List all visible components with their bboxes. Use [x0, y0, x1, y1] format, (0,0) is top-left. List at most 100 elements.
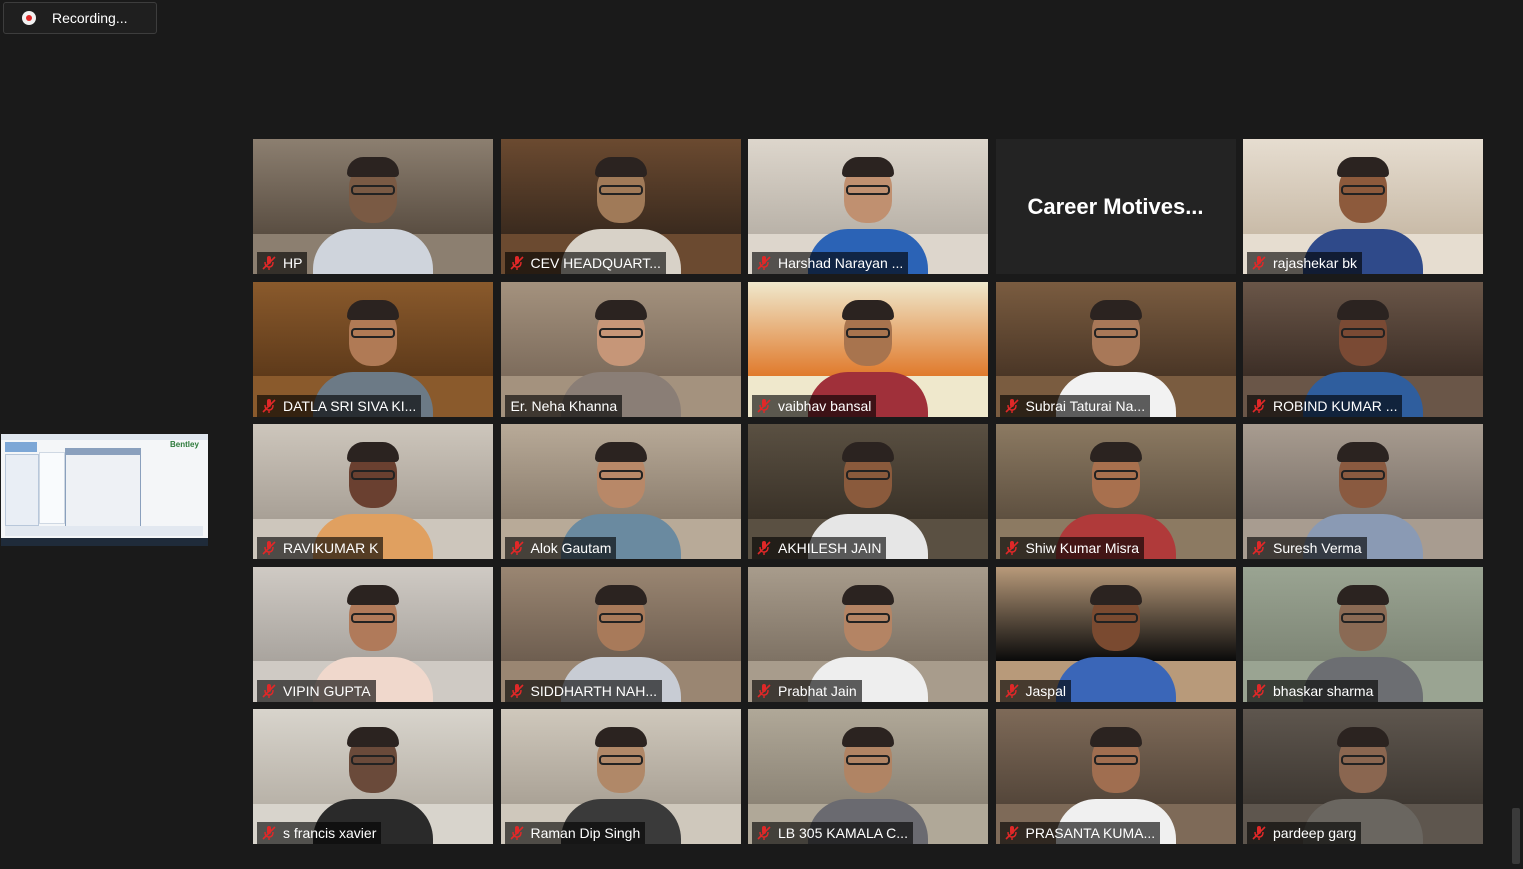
participant-tile[interactable]: Alok Gautam	[500, 424, 741, 559]
participant-name-bar: Subrai Taturai Na...	[999, 394, 1151, 417]
participant-name-bar: Raman Dip Singh	[504, 822, 646, 844]
mic-off-icon	[509, 683, 525, 699]
participant-name: DATLA SRI SIVA KI...	[283, 397, 417, 414]
participant-name-bar: SIDDHARTH NAH...	[504, 679, 663, 702]
participant-name-bar: PRASANTA KUMA...	[999, 822, 1161, 844]
mic-off-icon	[756, 540, 772, 556]
participant-name: ROBIND KUMAR ...	[1273, 397, 1398, 414]
participant-name: Suresh Verma	[1273, 540, 1362, 556]
recording-label: Recording...	[52, 10, 128, 26]
shared-screen-app-logo	[5, 442, 37, 452]
participant-name-bar: bhaskar sharma	[1247, 679, 1379, 702]
participant-name-bar: vaibhav bansal	[752, 394, 877, 417]
participant-tile[interactable]: s francis xavier	[253, 709, 493, 844]
participant-name-bar: AKHILESH JAIN	[752, 537, 887, 559]
record-icon	[22, 11, 36, 25]
participant-name-bar: ROBIND KUMAR ...	[1247, 394, 1403, 417]
mic-off-icon	[1251, 398, 1267, 414]
participant-tile[interactable]: PRASANTA KUMA...	[995, 709, 1236, 844]
shared-screen-panel	[39, 452, 65, 524]
participant-name-bar: Er. Neha Khanna	[504, 394, 623, 417]
participant-name-bar: HP	[257, 252, 308, 274]
participant-tile[interactable]: AKHILESH JAIN	[748, 424, 988, 559]
participant-tile[interactable]: Harshad Narayan ...	[748, 139, 988, 274]
participant-tile[interactable]: Suresh Verma	[1243, 424, 1483, 559]
participant-tile[interactable]: bhaskar sharma	[1243, 566, 1483, 702]
shared-screen-taskbar	[1, 538, 208, 546]
participant-name: Er. Neha Khanna	[510, 397, 618, 414]
scrollbar[interactable]	[1512, 808, 1520, 864]
participant-name-bar: CEV HEADQUART...	[504, 252, 666, 274]
participant-tile[interactable]: Career Motives...	[995, 139, 1236, 274]
mic-off-icon	[509, 825, 525, 841]
participant-tile[interactable]: RAVIKUMAR K	[253, 424, 493, 559]
mic-off-icon	[756, 825, 772, 841]
participant-name-bar: Suresh Verma	[1247, 537, 1367, 559]
participant-tile[interactable]: DATLA SRI SIVA KI...	[253, 281, 493, 417]
participant-name-bar: Harshad Narayan ...	[752, 252, 909, 274]
participant-name: Raman Dip Singh	[530, 825, 641, 841]
shared-screen-status	[5, 526, 203, 536]
mic-off-icon	[1251, 255, 1267, 271]
participant-tile[interactable]: pardeep garg	[1243, 709, 1483, 844]
participant-name: Alok Gautam	[530, 540, 612, 556]
shared-screen-left-panel	[5, 454, 39, 526]
participant-name: RAVIKUMAR K	[283, 540, 379, 556]
participant-tile[interactable]: Er. Neha Khanna	[500, 281, 741, 417]
participant-name-bar: rajashekar bk	[1247, 252, 1363, 274]
recording-indicator[interactable]: Recording...	[3, 2, 157, 34]
participant-name: SIDDHARTH NAH...	[530, 682, 658, 699]
mic-off-icon	[1251, 825, 1267, 841]
participant-gallery: HP CEV HEADQUART... Harshad Narayan ... Car…	[253, 139, 1483, 844]
mic-off-icon	[1004, 825, 1020, 841]
participant-tile[interactable]: rajashekar bk	[1243, 139, 1483, 274]
participant-name-bar: LB 305 KAMALA C...	[752, 822, 913, 844]
participant-tile[interactable]: VIPIN GUPTA	[253, 566, 493, 702]
participant-name-bar: Alok Gautam	[504, 537, 617, 559]
mic-off-icon	[1004, 540, 1020, 556]
mic-off-icon	[1004, 398, 1020, 414]
participant-name: LB 305 KAMALA C...	[778, 825, 908, 841]
participant-tile[interactable]: Shiw Kumar Misra	[995, 424, 1236, 559]
participant-tile[interactable]: Jaspal	[995, 566, 1236, 702]
mic-off-icon	[756, 398, 772, 414]
participant-name-bar: RAVIKUMAR K	[257, 537, 384, 559]
participant-name: rajashekar bk	[1273, 255, 1358, 271]
participant-name-bar: Jaspal	[999, 679, 1071, 702]
mic-off-icon	[261, 540, 277, 556]
participant-tile[interactable]: Subrai Taturai Na...	[995, 281, 1236, 417]
mic-off-icon	[756, 255, 772, 271]
participant-name: HP	[283, 255, 303, 271]
participant-tile[interactable]: vaibhav bansal	[748, 281, 988, 417]
participant-tile[interactable]: CEV HEADQUART...	[500, 139, 741, 274]
participant-name: AKHILESH JAIN	[778, 540, 882, 556]
shared-screen-thumbnail[interactable]: Bentley	[1, 434, 208, 546]
participant-tile[interactable]: SIDDHARTH NAH...	[500, 566, 741, 702]
mic-off-icon	[509, 540, 525, 556]
mic-off-icon	[756, 683, 772, 699]
mic-off-icon	[509, 255, 525, 271]
participant-name: VIPIN GUPTA	[283, 682, 371, 699]
participant-video	[1055, 567, 1176, 702]
participant-video	[313, 139, 433, 274]
participant-tile[interactable]: LB 305 KAMALA C...	[748, 709, 988, 844]
participant-name: Subrai Taturai Na...	[1025, 397, 1146, 414]
participant-tile[interactable]: Raman Dip Singh	[500, 709, 741, 844]
participant-tile[interactable]: HP	[253, 139, 493, 274]
participant-name-bar: s francis xavier	[257, 822, 382, 844]
shared-screen-brand: Bentley	[170, 440, 199, 449]
participant-name: bhaskar sharma	[1273, 682, 1374, 699]
participant-name: CEV HEADQUART...	[530, 255, 661, 271]
participant-name: pardeep garg	[1273, 825, 1357, 841]
mic-off-icon	[261, 825, 277, 841]
participant-name-bar: DATLA SRI SIVA KI...	[257, 394, 422, 417]
participant-name-bar: Shiw Kumar Misra	[999, 537, 1145, 559]
participant-tile[interactable]: ROBIND KUMAR ...	[1243, 281, 1483, 417]
mic-off-icon	[261, 398, 277, 414]
mic-off-icon	[1004, 683, 1020, 699]
participant-name: Harshad Narayan ...	[778, 255, 904, 271]
participant-display-name: Career Motives...	[1027, 193, 1204, 219]
participant-tile[interactable]: Prabhat Jain	[748, 566, 988, 702]
participant-name: vaibhav bansal	[778, 397, 872, 414]
participant-name: Shiw Kumar Misra	[1025, 540, 1140, 556]
